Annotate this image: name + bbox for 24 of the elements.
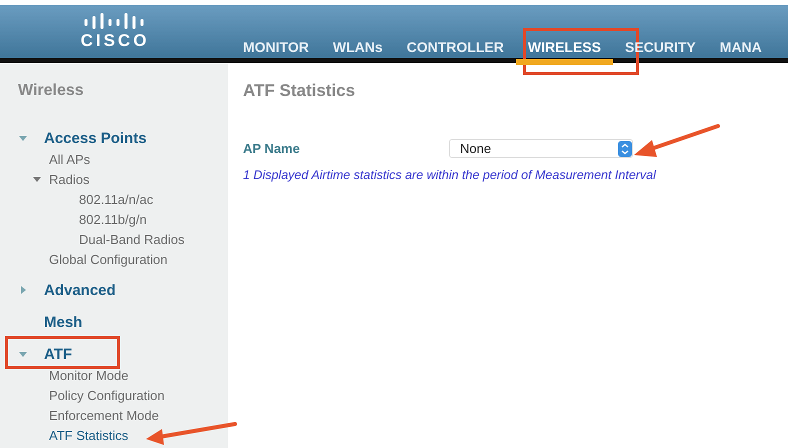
sidebar-item[interactable]: Dual-Band Radios bbox=[79, 232, 185, 246]
nav-tab[interactable]: MONITOR bbox=[231, 39, 321, 65]
info-note: 1 Displayed Airtime statistics are within the period of Measurement Interval bbox=[243, 168, 658, 182]
sidebar-section[interactable]: Mesh bbox=[44, 314, 82, 330]
ap-name-dropdown[interactable]: None bbox=[449, 139, 633, 158]
nav-tab[interactable]: MANA bbox=[708, 39, 774, 65]
sidebar-item[interactable]: Monitor Mode bbox=[49, 368, 128, 382]
sidebar-section[interactable]: Access Points bbox=[44, 130, 147, 146]
sidebar-item[interactable]: Enforcement Mode bbox=[49, 408, 159, 422]
sidebar-title: Wireless bbox=[18, 81, 85, 101]
sidebar-section[interactable]: ATF bbox=[44, 346, 72, 362]
field-label: AP Name bbox=[243, 141, 301, 156]
sidebar-section[interactable]: Advanced bbox=[44, 282, 116, 298]
sidebar-item[interactable]: ATF Statistics bbox=[49, 428, 128, 442]
sidebar-item[interactable]: Global Configuration bbox=[49, 252, 168, 266]
sidebar-item[interactable]: Policy Configuration bbox=[49, 388, 165, 402]
sidebar-item[interactable]: 802.11b/g/n bbox=[79, 212, 147, 226]
nav-tab[interactable]: CONTROLLER bbox=[394, 39, 516, 65]
sidebar-item[interactable]: Radios bbox=[49, 172, 90, 186]
sidebar-item[interactable]: 802.11a/n/ac bbox=[79, 192, 154, 206]
nav-tab[interactable]: WLANs bbox=[320, 39, 395, 65]
sidebar-item[interactable]: All APs bbox=[49, 152, 90, 166]
logo-text: CISCO bbox=[80, 30, 150, 50]
page-title: ATF Statistics bbox=[243, 81, 356, 101]
